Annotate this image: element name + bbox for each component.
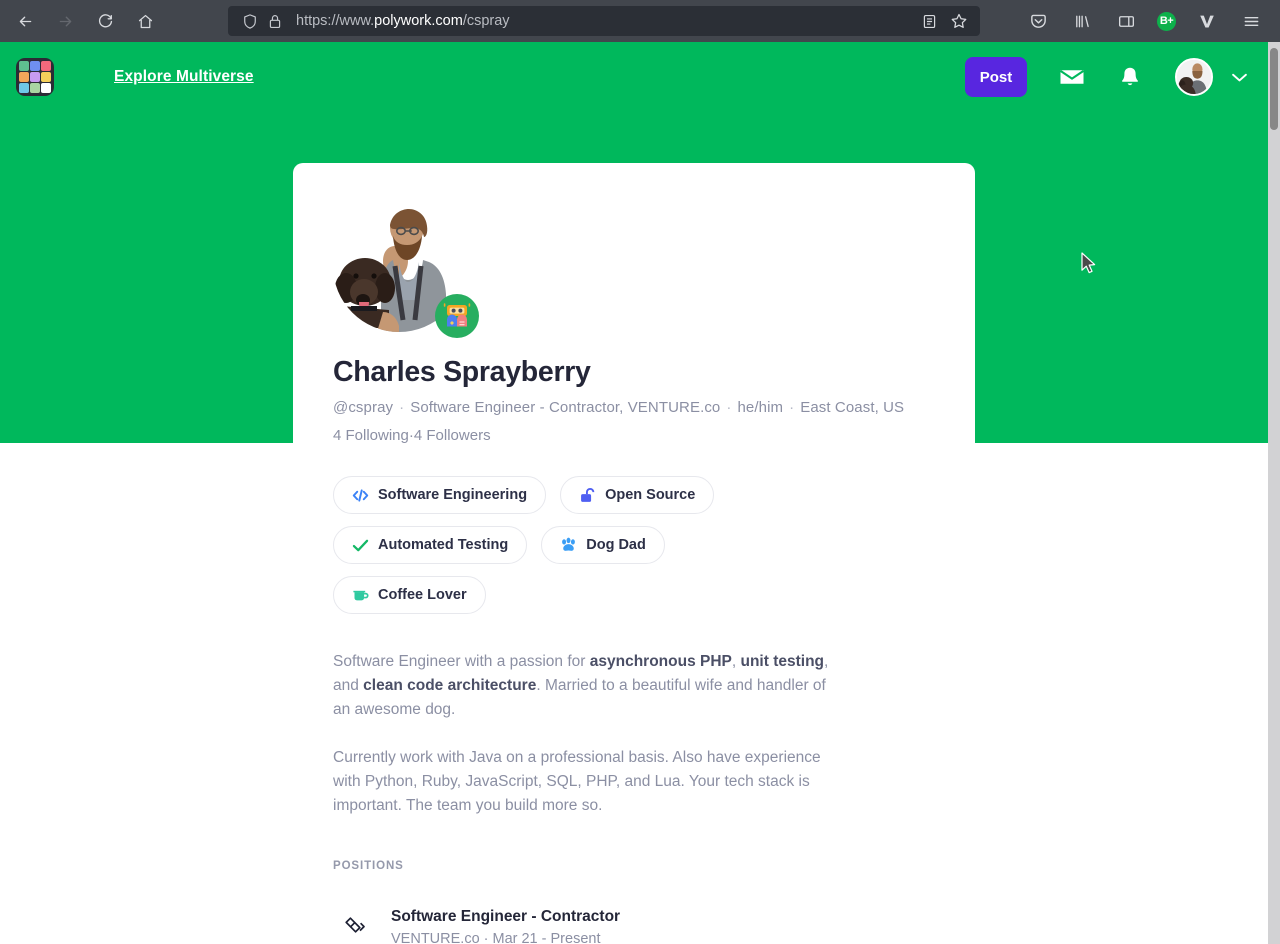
profile-handle: @cspray [333, 399, 394, 416]
paw-icon [562, 537, 576, 551]
back-button[interactable] [10, 6, 40, 36]
home-button[interactable] [130, 6, 160, 36]
list-item[interactable]: Software Engineer - Contractor VENTURE.c… [333, 905, 935, 944]
profile-follow-counts: 4 Following·4 Followers [333, 427, 935, 444]
url-host: polywork.com [374, 13, 463, 29]
messages-button[interactable] [1059, 64, 1085, 90]
bio-text: , [731, 653, 741, 670]
account-menu-button[interactable] [1231, 72, 1248, 83]
tag-label: Automated Testing [378, 537, 509, 553]
library-icon [1075, 15, 1089, 27]
tag-open-source[interactable]: Open Source [560, 476, 715, 514]
unlock-icon [581, 487, 595, 502]
hamburger-menu-icon [1244, 16, 1258, 26]
tag-software-engineering[interactable]: Software Engineering [333, 476, 547, 514]
following-count[interactable]: 4 Following [333, 427, 409, 444]
position-dates: Mar 21 - Present [492, 930, 601, 944]
tag-dog-dad[interactable]: Dog Dad [541, 526, 665, 564]
url-text[interactable]: https://www.polywork.com/cspray [282, 13, 921, 29]
meta-separator: · [789, 399, 795, 416]
position-details: Software Engineer - Contractor VENTURE.c… [391, 908, 620, 944]
bio-bold-3: clean code architecture [363, 677, 537, 694]
profile-bio: Software Engineer with a passion for asy… [333, 650, 838, 818]
chevron-down-icon [1232, 73, 1247, 81]
browser-toolbar-right: B+ [1025, 0, 1272, 42]
bio-paragraph-1: Software Engineer with a passion for asy… [333, 650, 838, 722]
forward-button[interactable] [50, 6, 80, 36]
extension-badge[interactable]: B+ [1157, 11, 1176, 31]
meta-separator: · [399, 399, 405, 416]
url-scheme: https://www. [296, 13, 375, 29]
library-button[interactable] [1069, 8, 1095, 34]
app-header: Explore Multiverse Post [0, 42, 1268, 112]
reload-icon [98, 13, 112, 27]
url-bar-icons [236, 13, 282, 30]
positions-heading: POSITIONS [333, 860, 404, 872]
v-logo-icon [1200, 15, 1214, 28]
robot-badge-icon [443, 303, 471, 327]
page-viewport: Explore Multiverse Post Charles Sprayber… [0, 42, 1280, 944]
tag-coffee-lover[interactable]: Coffee Lover [333, 576, 486, 614]
profile-avatar-wrapper [333, 200, 479, 338]
url-bar[interactable]: https://www.polywork.com/cspray [228, 6, 980, 36]
reload-button[interactable] [90, 6, 120, 36]
explore-multiverse-link[interactable]: Explore Multiverse [114, 68, 254, 86]
scrollbar-thumb[interactable] [1270, 48, 1278, 130]
bio-text: Software Engineer with a passion for [333, 653, 590, 670]
coffee-pot-icon [353, 590, 369, 600]
app-menu-button[interactable] [1238, 8, 1264, 34]
reader-view-icon[interactable] [921, 13, 938, 30]
bio-paragraph-2: Currently work with Java on a profession… [333, 749, 821, 814]
post-button[interactable]: Post [965, 57, 1027, 97]
profile-title: Software Engineer - Contractor, VENTURE.… [410, 399, 721, 416]
tag-label: Dog Dad [586, 537, 646, 553]
home-icon [138, 14, 152, 28]
profile-card: Charles Sprayberry @cspray · Software Engi… [293, 163, 975, 944]
bio-bold-2: unit testing [740, 653, 825, 670]
profile-pronouns: he/him [737, 399, 784, 416]
browser-toolbar: https://www.polywork.com/cspray B+ [0, 0, 1280, 42]
profile-meta: @cspray · Software Engineer - Contractor, … [333, 399, 935, 416]
tag-label: Coffee Lover [378, 587, 467, 603]
meta-separator: · [726, 399, 732, 416]
tag-automated-testing[interactable]: Automated Testing [333, 526, 528, 564]
sidebar-icon [1118, 15, 1134, 27]
robot-badge [435, 294, 479, 338]
check-icon [352, 539, 369, 551]
position-company: VENTURE.co [391, 930, 480, 944]
bell-icon [1122, 67, 1138, 85]
url-bar-actions [921, 12, 972, 30]
diamond-icon [345, 917, 365, 933]
notifications-button[interactable] [1117, 64, 1143, 90]
followers-count[interactable]: 4 Followers [414, 427, 491, 444]
page-title: Charles Sprayberry [333, 356, 591, 388]
bookmark-star-icon[interactable] [950, 12, 968, 30]
shield-icon[interactable] [242, 13, 258, 30]
avatar[interactable] [1175, 58, 1213, 96]
profile-tags: Software Engineering Open Source Automat… [333, 476, 733, 614]
browser-nav-buttons [0, 6, 160, 36]
profile-location: East Coast, US [800, 399, 905, 416]
sidebar-toggle-button[interactable] [1113, 8, 1139, 34]
url-path: /cspray [462, 13, 510, 29]
avatar-image [1177, 60, 1211, 94]
tag-label: Open Source [605, 487, 696, 503]
position-subtitle: VENTURE.co · Mar 21 - Present [391, 931, 620, 944]
position-title: Software Engineer - Contractor [391, 907, 621, 925]
position-icon-wrapper [333, 905, 377, 944]
pocket-icon [1030, 14, 1046, 28]
pocket-button[interactable] [1025, 8, 1051, 34]
meta-separator: · [483, 930, 489, 944]
tag-label: Software Engineering [378, 487, 528, 503]
back-arrow-icon [19, 16, 31, 26]
code-icon [352, 488, 369, 502]
envelope-icon [1059, 70, 1085, 84]
page-scrollbar[interactable] [1268, 42, 1280, 944]
bio-bold-1: asynchronous PHP [589, 653, 732, 670]
vpn-extension-button[interactable] [1194, 8, 1220, 34]
polywork-logo-icon[interactable] [16, 58, 54, 96]
lock-icon[interactable] [268, 13, 282, 30]
forward-arrow-icon [59, 16, 71, 26]
